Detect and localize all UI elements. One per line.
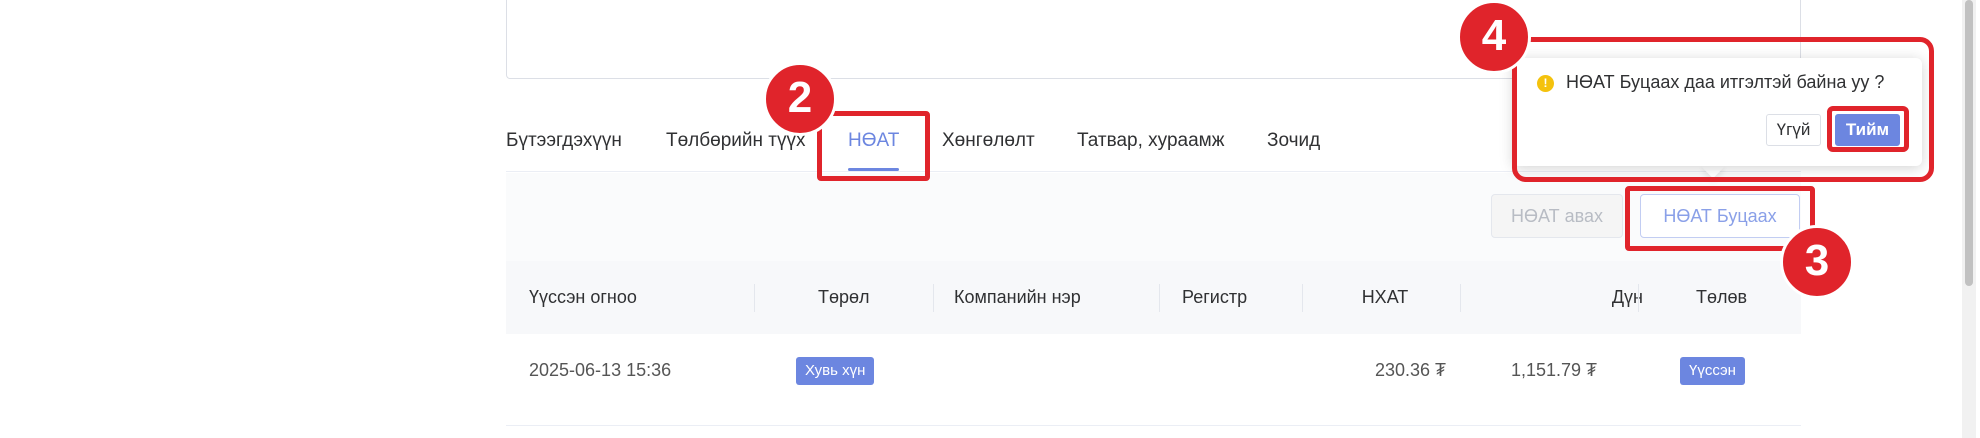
warning-icon: !	[1537, 75, 1554, 92]
tab-guests[interactable]: Зочид	[1267, 130, 1320, 152]
table-row: 2025-06-13 15:36 Хувь хүн 230.36 ₮ 1,151…	[506, 334, 1801, 426]
tab-payment-history[interactable]: Төлбөрийн түүх	[666, 130, 805, 152]
return-vat-button[interactable]: НӨАТ Буцаах	[1640, 194, 1800, 238]
confirm-no-button[interactable]: Үгүй	[1766, 114, 1821, 146]
status-badge: Үүссэн	[1680, 357, 1745, 385]
column-created-date: Үүссэн огноо	[529, 287, 637, 307]
scrollbar-thumb[interactable]	[1965, 0, 1973, 286]
active-tab-indicator	[848, 168, 899, 171]
confirm-yes-button[interactable]: Тийм	[1835, 114, 1900, 146]
step-badge-2: 2	[763, 62, 837, 136]
table-header: Үүссэн огноо Төрөл Компанийн нэр Регистр…	[506, 261, 1801, 334]
row-created-date: 2025-06-13 15:36	[529, 360, 672, 380]
tab-tax-fees[interactable]: Татвар, хураамж	[1077, 130, 1224, 152]
column-type: Төрөл	[818, 287, 870, 307]
step-badge-4: 4	[1457, 0, 1531, 74]
confirm-message: НӨАТ Буцаах даа итгэлтэй байна уу ?	[1566, 72, 1885, 92]
type-badge: Хувь хүн	[796, 357, 875, 385]
column-register: Регистр	[1182, 287, 1248, 307]
step-badge-3: 3	[1780, 225, 1854, 299]
row-amount: 1,151.79 ₮	[1510, 360, 1597, 380]
tab-products[interactable]: Бүтээгдэхүүн	[506, 130, 622, 152]
column-status: Төлөв	[1696, 287, 1748, 307]
column-company-name: Компанийн нэр	[954, 287, 1081, 307]
get-vat-button[interactable]: НӨАТ авах	[1491, 194, 1623, 238]
tab-vat[interactable]: НӨАТ	[848, 130, 899, 152]
tab-discount[interactable]: Хөнгөлөлт	[942, 130, 1035, 152]
column-nhat: НХАТ	[1361, 287, 1409, 307]
column-amount: Дүн	[1611, 287, 1643, 307]
row-nhat: 230.36 ₮	[1374, 360, 1446, 380]
